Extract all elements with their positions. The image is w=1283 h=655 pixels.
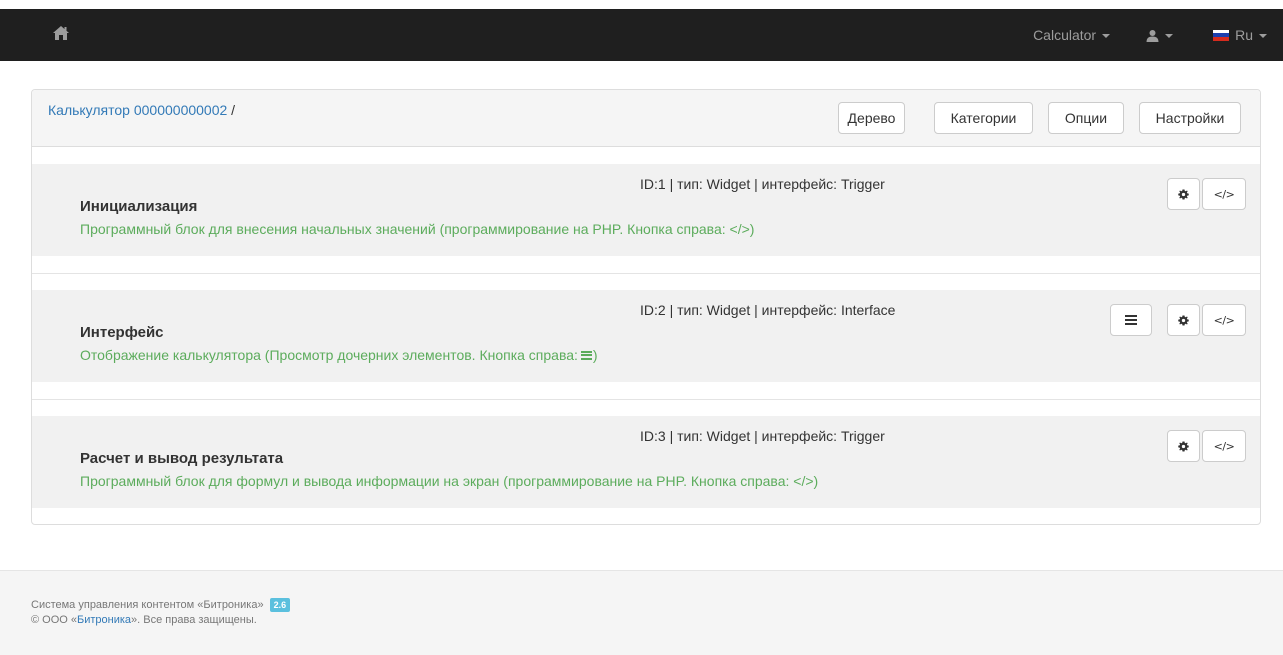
- top-navbar: Calculator Ru: [0, 9, 1283, 61]
- chevron-down-icon: [1165, 34, 1174, 38]
- code-icon: </>: [1213, 439, 1235, 453]
- block-divider: [32, 399, 1260, 400]
- language-label: Ru: [1235, 27, 1253, 43]
- version-badge: 2.6: [269, 598, 291, 612]
- block-card: ID:1 | тип: Widget | интерфейс: Trigger …: [32, 164, 1260, 256]
- panel-heading: Калькулятор 000000000002 / Дерево Катего…: [32, 90, 1260, 147]
- block-description-text: Отображение калькулятора (Просмотр дочер…: [80, 347, 578, 363]
- list-icon: [580, 350, 592, 360]
- categories-button[interactable]: Категории: [934, 102, 1033, 134]
- block-code-button[interactable]: </>: [1202, 304, 1246, 336]
- code-icon: </>: [1213, 313, 1235, 327]
- gear-icon: [1178, 314, 1189, 326]
- block-code-button[interactable]: </>: [1202, 430, 1246, 462]
- gear-icon: [1178, 188, 1189, 200]
- home-icon[interactable]: [52, 25, 70, 41]
- calculator-menu[interactable]: Calculator: [1033, 27, 1111, 43]
- breadcrumb-calculator-link[interactable]: Калькулятор 000000000002: [48, 102, 227, 118]
- calculator-panel: Калькулятор 000000000002 / Дерево Катего…: [31, 89, 1261, 525]
- block-card: ID:3 | тип: Widget | интерфейс: Trigger …: [32, 416, 1260, 508]
- block-description-text: Программный блок для формул и вывода инф…: [80, 473, 819, 489]
- block-children-button[interactable]: [1110, 304, 1152, 336]
- footer-copyright: © ООО «Битроника». Все права защищены.: [31, 614, 257, 626]
- block-description: Программный блок для формул и вывода инф…: [80, 473, 818, 489]
- gear-icon: [1178, 440, 1189, 452]
- block-settings-button[interactable]: [1167, 178, 1200, 210]
- footer-cms-name: Система управления контентом «Битроника»: [31, 599, 264, 611]
- block-title: Инициализация: [80, 198, 198, 215]
- block-description-text: Программный блок для внесения начальных …: [80, 221, 755, 237]
- chevron-down-icon: [1102, 34, 1111, 38]
- block-description: Отображение калькулятора (Просмотр дочер…: [80, 347, 598, 363]
- copyright-suffix: ». Все права защищены.: [131, 614, 257, 626]
- list-icon: [1125, 315, 1137, 325]
- block-meta: ID:1 | тип: Widget | интерфейс: Trigger: [640, 176, 885, 192]
- breadcrumb: Калькулятор 000000000002 /: [48, 102, 235, 118]
- options-button[interactable]: Опции: [1048, 102, 1124, 134]
- block-card: ID:2 | тип: Widget | интерфейс: Interfac…: [32, 290, 1260, 382]
- block-settings-button[interactable]: [1167, 430, 1200, 462]
- block-divider: [32, 273, 1260, 274]
- footer-cms-line: Система управления контентом «Битроника»…: [31, 598, 291, 612]
- block-description-suffix: ): [592, 347, 598, 363]
- russian-flag-icon: [1213, 29, 1230, 41]
- user-menu[interactable]: [1146, 29, 1174, 42]
- block-description: Программный блок для внесения начальных …: [80, 221, 754, 237]
- chevron-down-icon: [1259, 34, 1267, 38]
- tree-button[interactable]: Дерево: [838, 102, 905, 134]
- breadcrumb-separator: /: [231, 102, 236, 118]
- settings-button[interactable]: Настройки: [1139, 102, 1241, 134]
- language-menu[interactable]: Ru: [1213, 27, 1267, 43]
- block-code-button[interactable]: </>: [1202, 178, 1246, 210]
- block-title: Интерфейс: [80, 324, 164, 341]
- copyright-prefix: © ООО «: [31, 614, 78, 626]
- block-settings-button[interactable]: [1167, 304, 1200, 336]
- page-footer: Система управления контентом «Битроника»…: [0, 570, 1283, 655]
- block-meta: ID:3 | тип: Widget | интерфейс: Trigger: [640, 428, 885, 444]
- user-icon: [1146, 29, 1159, 42]
- code-icon: </>: [1213, 187, 1235, 201]
- company-link[interactable]: Битроника: [77, 614, 131, 626]
- block-meta: ID:2 | тип: Widget | интерфейс: Interfac…: [640, 302, 896, 318]
- calculator-menu-label: Calculator: [1033, 27, 1097, 43]
- block-title: Расчет и вывод результата: [80, 450, 284, 467]
